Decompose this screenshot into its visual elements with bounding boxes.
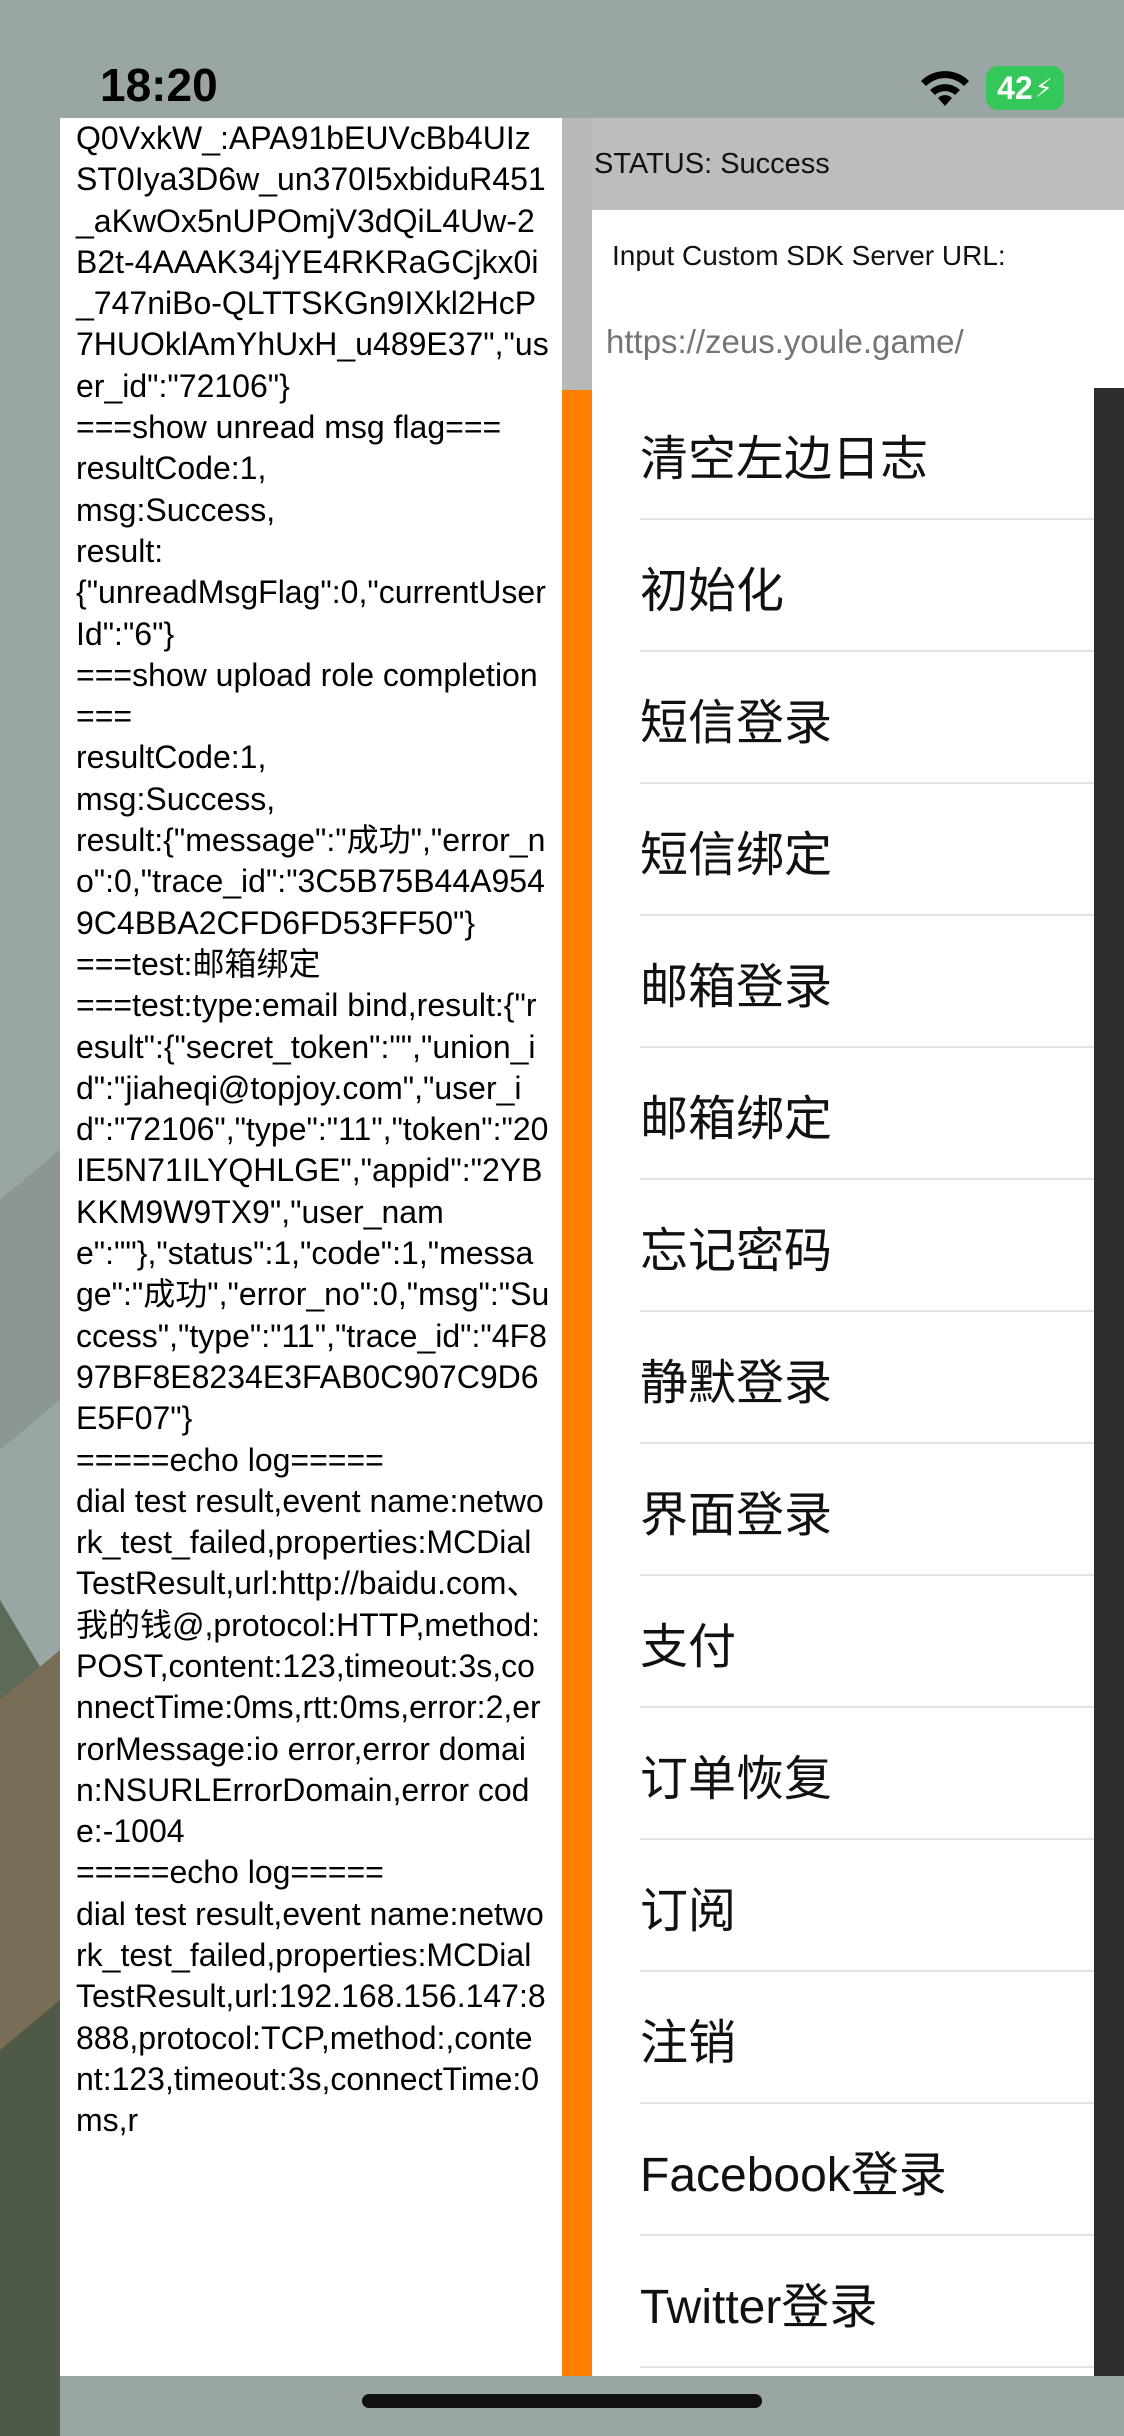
- panel-divider: [562, 118, 592, 2376]
- wifi-icon: [921, 71, 969, 106]
- subscribe-button[interactable]: 订阅: [592, 1840, 1094, 1972]
- init-button[interactable]: 初始化: [592, 520, 1094, 652]
- twitter-login-button[interactable]: Twitter登录: [592, 2236, 1094, 2368]
- custom-url-box: Input Custom SDK Server URL:: [592, 210, 1124, 388]
- server-url-input[interactable]: [606, 314, 1106, 370]
- silent-login-button[interactable]: 静默登录: [592, 1312, 1094, 1444]
- forgot-password-button[interactable]: 忘记密码: [592, 1180, 1094, 1312]
- status-bar: 18:20 42 ⚡: [0, 0, 1124, 130]
- log-text: Q0VxkW_:APA91bEUVcBb4UIzST0Iya3D6w_un370…: [76, 120, 550, 2139]
- sms-bind-button[interactable]: 短信绑定: [592, 784, 1094, 916]
- status-header: STATUS: Success: [592, 118, 1124, 210]
- home-indicator[interactable]: [362, 2394, 762, 2408]
- order-restore-button[interactable]: 订单恢复: [592, 1708, 1094, 1840]
- logout-button[interactable]: 注销: [592, 1972, 1094, 2104]
- ui-login-button[interactable]: 界面登录: [592, 1444, 1094, 1576]
- email-bind-button[interactable]: 邮箱绑定: [592, 1048, 1094, 1180]
- status-text: STATUS: Success: [594, 147, 830, 180]
- battery-charging-icon: 42 ⚡: [986, 66, 1064, 110]
- pay-button[interactable]: 支付: [592, 1576, 1094, 1708]
- divider-top-block: [562, 118, 592, 390]
- log-panel[interactable]: Q0VxkW_:APA91bEUVcBb4UIzST0Iya3D6w_un370…: [60, 118, 562, 2376]
- battery-level: 42: [997, 69, 1033, 106]
- right-edge: [1094, 388, 1124, 2376]
- url-label: Input Custom SDK Server URL:: [612, 240, 1006, 271]
- action-menu-list[interactable]: 清空左边日志 初始化 短信登录 短信绑定 邮箱登录 邮箱绑定 忘记密码 静默登录…: [592, 388, 1094, 2376]
- bolt-icon: ⚡: [1034, 72, 1053, 103]
- facebook-login-button[interactable]: Facebook登录: [592, 2104, 1094, 2236]
- clear-log-button[interactable]: 清空左边日志: [592, 388, 1094, 520]
- sms-login-button[interactable]: 短信登录: [592, 652, 1094, 784]
- clock: 18:20: [100, 59, 218, 111]
- email-login-button[interactable]: 邮箱登录: [592, 916, 1094, 1048]
